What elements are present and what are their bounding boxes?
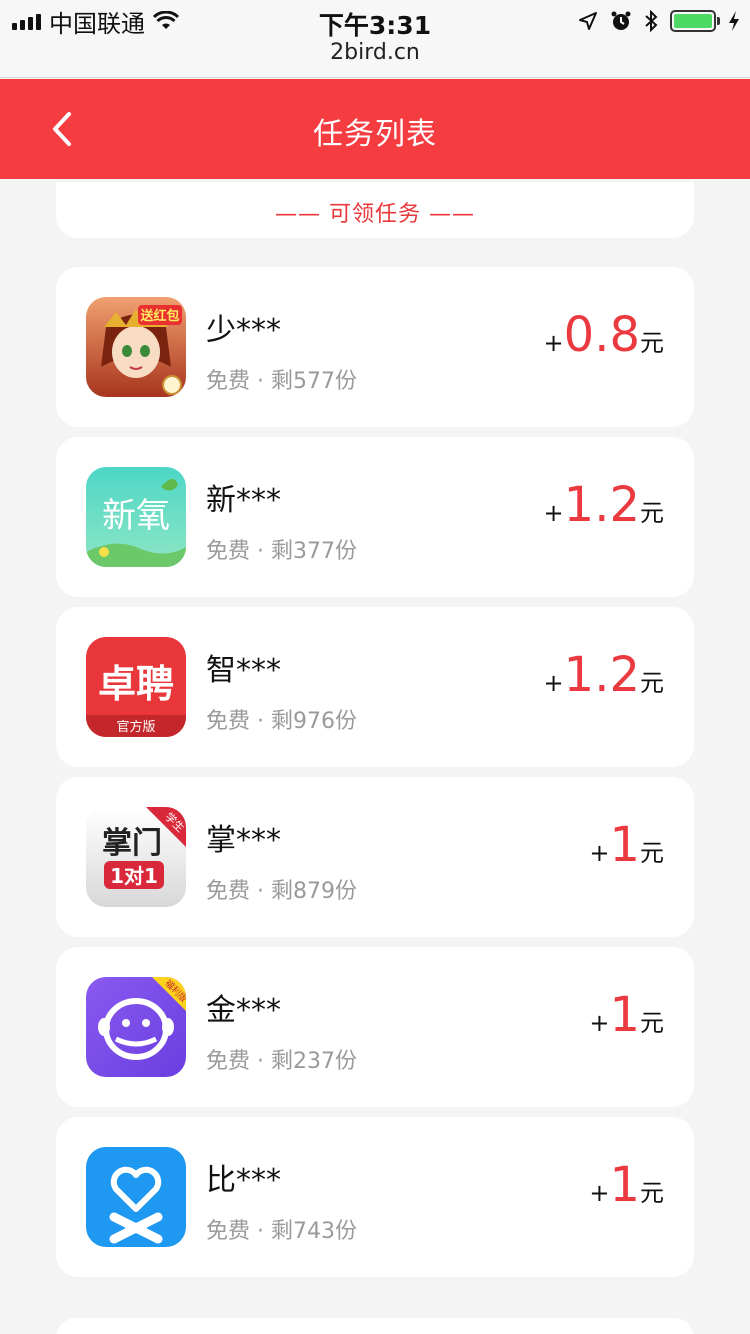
task-card[interactable]: 送红包 少*** 免费 · 剩577份 + 0.8 元 xyxy=(56,267,694,427)
charging-icon xyxy=(729,11,739,31)
reward-value: 0.8 xyxy=(563,307,640,363)
app-name: 金*** xyxy=(206,993,281,1028)
reward-value: 1 xyxy=(609,1157,640,1213)
reward-amount: + 1 元 xyxy=(589,1161,664,1209)
reward-unit: 元 xyxy=(640,839,664,867)
reward-unit: 元 xyxy=(640,329,664,357)
task-card-partial[interactable] xyxy=(56,1318,694,1334)
reward-unit: 元 xyxy=(640,1009,664,1037)
bluetooth-icon xyxy=(645,10,658,32)
reward-unit: 元 xyxy=(640,499,664,527)
app-name: 少*** xyxy=(206,313,281,348)
reward-value: 1 xyxy=(609,987,640,1043)
reward-plus: + xyxy=(543,499,564,527)
zhangmen-app-icon: 学生 掌门 1对1 xyxy=(86,807,186,907)
app-name: 比*** xyxy=(206,1163,281,1198)
reward-value: 1.2 xyxy=(563,477,640,533)
nav-bar: 任务列表 xyxy=(0,79,750,179)
task-card[interactable]: 比*** 免费 · 剩743份 + 1 元 xyxy=(56,1117,694,1277)
reward-plus: + xyxy=(543,669,564,697)
page-title: 任务列表 xyxy=(313,117,437,152)
app-meta: 免费 · 剩879份 xyxy=(206,879,357,904)
reward-unit: 元 xyxy=(640,1179,664,1207)
reward-amount: + 1 元 xyxy=(589,821,664,869)
monkey-app-icon: 福利版 xyxy=(86,977,186,1077)
app-name: 智*** xyxy=(206,653,281,688)
app-meta: 免费 · 剩976份 xyxy=(206,709,357,734)
battery-icon xyxy=(670,10,720,32)
reward-plus: + xyxy=(589,839,610,867)
reward-plus: + xyxy=(589,1009,610,1037)
svg-text:官方版: 官方版 xyxy=(116,719,155,735)
heart-app-icon xyxy=(86,1147,186,1247)
app-meta: 免费 · 剩743份 xyxy=(206,1219,357,1244)
app-meta: 免费 · 剩377份 xyxy=(206,539,357,564)
section-title: —— 可领任务 —— xyxy=(275,202,475,227)
svg-text:送红包: 送红包 xyxy=(139,308,179,324)
zhaopin-app-icon: 卓聘 官方版 xyxy=(86,637,186,737)
status-bar: 中国联通 下午3:31 2bird.cn xyxy=(0,0,750,78)
reward-value: 1 xyxy=(609,817,640,873)
reward-amount: + 1.2 元 xyxy=(544,651,664,699)
svg-text:1对1: 1对1 xyxy=(110,864,158,888)
reward-amount: + 1 元 xyxy=(589,991,664,1039)
svg-text:卓聘: 卓聘 xyxy=(98,662,174,706)
app-name: 掌*** xyxy=(206,823,281,858)
reward-value: 1.2 xyxy=(563,647,640,703)
app-name: 新*** xyxy=(206,483,281,518)
reward-plus: + xyxy=(543,329,564,357)
app-meta: 免费 · 剩577份 xyxy=(206,369,357,394)
svg-text:掌门: 掌门 xyxy=(102,826,162,861)
reward-plus: + xyxy=(589,1179,610,1207)
url-label[interactable]: 2bird.cn xyxy=(0,40,750,65)
reward-unit: 元 xyxy=(640,669,664,697)
location-icon xyxy=(579,12,597,30)
task-card[interactable]: 新氧 新*** 免费 · 剩377份 + 1.2 元 xyxy=(56,437,694,597)
alarm-icon xyxy=(611,11,631,30)
game-character-icon: 送红包 xyxy=(86,297,186,397)
svg-text:新氧: 新氧 xyxy=(102,496,170,536)
section-header: —— 可领任务 —— xyxy=(56,182,694,238)
reward-amount: + 0.8 元 xyxy=(544,311,664,359)
task-card[interactable]: 学生 掌门 1对1 掌*** 免费 · 剩879份 + 1 元 xyxy=(56,777,694,937)
xinyang-app-icon: 新氧 xyxy=(86,467,186,567)
task-card[interactable]: 卓聘 官方版 智*** 免费 · 剩976份 + 1.2 元 xyxy=(56,607,694,767)
reward-amount: + 1.2 元 xyxy=(544,481,664,529)
task-card[interactable]: 福利版 金*** 免费 · 剩237份 + 1 元 xyxy=(56,947,694,1107)
app-meta: 免费 · 剩237份 xyxy=(206,1049,357,1074)
status-right xyxy=(578,8,740,34)
